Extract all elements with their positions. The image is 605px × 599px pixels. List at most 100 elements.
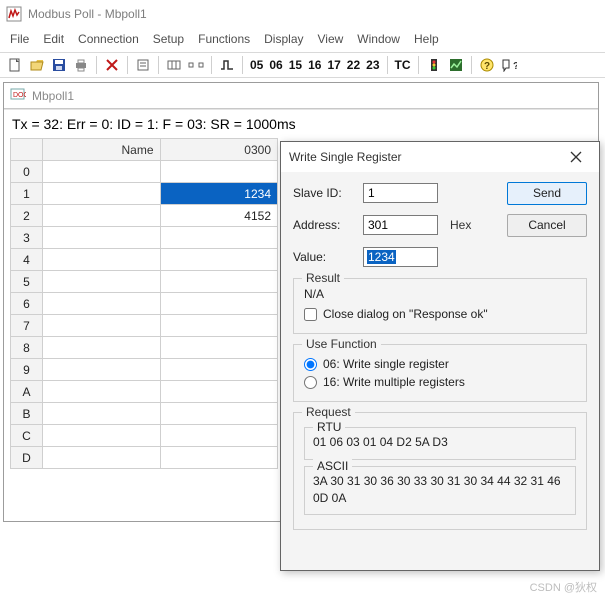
- cell-name[interactable]: [43, 403, 160, 425]
- row-header[interactable]: 6: [11, 293, 43, 315]
- cell-value[interactable]: 4152: [160, 205, 278, 227]
- row-header[interactable]: D: [11, 447, 43, 469]
- whatsthis-icon[interactable]: ?: [499, 55, 519, 75]
- row-header[interactable]: 4: [11, 249, 43, 271]
- fc-22[interactable]: 22: [344, 55, 363, 75]
- cell-value[interactable]: [160, 161, 278, 183]
- tc-button[interactable]: TC: [392, 55, 414, 75]
- cell-name[interactable]: [43, 293, 160, 315]
- cell-value[interactable]: [160, 403, 278, 425]
- table-row[interactable]: 3: [11, 227, 278, 249]
- fc-16[interactable]: 16: [305, 55, 324, 75]
- row-header[interactable]: 8: [11, 337, 43, 359]
- row-header[interactable]: 0: [11, 161, 43, 183]
- cancel-button[interactable]: Cancel: [507, 214, 587, 237]
- chart-icon[interactable]: [446, 55, 466, 75]
- table-row[interactable]: A: [11, 381, 278, 403]
- cell-value[interactable]: [160, 337, 278, 359]
- cell-value[interactable]: [160, 293, 278, 315]
- address-input[interactable]: [363, 215, 438, 235]
- help-icon[interactable]: ?: [477, 55, 497, 75]
- cell-name[interactable]: [43, 205, 160, 227]
- menu-display[interactable]: Display: [264, 32, 303, 46]
- table-row[interactable]: 1 1234: [11, 183, 278, 205]
- fc-05[interactable]: 05: [247, 55, 266, 75]
- cell-value[interactable]: [160, 271, 278, 293]
- row-header[interactable]: 2: [11, 205, 43, 227]
- new-icon[interactable]: [5, 55, 25, 75]
- open-icon[interactable]: [27, 55, 47, 75]
- cell-name[interactable]: [43, 381, 160, 403]
- fc-17[interactable]: 17: [324, 55, 343, 75]
- dialog-title-bar[interactable]: Write Single Register: [281, 142, 599, 172]
- menu-window[interactable]: Window: [357, 32, 400, 46]
- menu-view[interactable]: View: [318, 32, 344, 46]
- cell-value[interactable]: [160, 359, 278, 381]
- cell-value[interactable]: [160, 315, 278, 337]
- pulse-icon[interactable]: [217, 55, 237, 75]
- connect-icon[interactable]: [164, 55, 184, 75]
- menu-connection[interactable]: Connection: [78, 32, 139, 46]
- cell-name[interactable]: [43, 183, 160, 205]
- cell-value[interactable]: [160, 249, 278, 271]
- save-icon[interactable]: [49, 55, 69, 75]
- close-icon[interactable]: [561, 146, 591, 168]
- row-header[interactable]: 9: [11, 359, 43, 381]
- fc-15[interactable]: 15: [286, 55, 305, 75]
- data-grid[interactable]: Name 0300 01 1234 2 4152 3456789ABCD: [10, 138, 278, 469]
- print-icon[interactable]: [71, 55, 91, 75]
- disconnect-icon[interactable]: [186, 55, 206, 75]
- cell-name[interactable]: [43, 249, 160, 271]
- cell-name[interactable]: [43, 315, 160, 337]
- fc-23[interactable]: 23: [363, 55, 382, 75]
- menu-file[interactable]: File: [10, 32, 29, 46]
- menu-setup[interactable]: Setup: [153, 32, 184, 46]
- cell-name[interactable]: [43, 337, 160, 359]
- table-row[interactable]: 8: [11, 337, 278, 359]
- cell-value[interactable]: [160, 425, 278, 447]
- col-header-name[interactable]: Name: [43, 139, 160, 161]
- properties-icon[interactable]: [133, 55, 153, 75]
- table-row[interactable]: B: [11, 403, 278, 425]
- row-header[interactable]: 7: [11, 315, 43, 337]
- table-row[interactable]: C: [11, 425, 278, 447]
- delete-icon[interactable]: [102, 55, 122, 75]
- slave-id-input[interactable]: [363, 183, 438, 203]
- table-row[interactable]: 5: [11, 271, 278, 293]
- menu-help[interactable]: Help: [414, 32, 439, 46]
- menu-edit[interactable]: Edit: [43, 32, 64, 46]
- fc-06[interactable]: 06: [266, 55, 285, 75]
- table-row[interactable]: D: [11, 447, 278, 469]
- table-row[interactable]: 7: [11, 315, 278, 337]
- row-header[interactable]: 5: [11, 271, 43, 293]
- send-button[interactable]: Send: [507, 182, 587, 205]
- row-header[interactable]: 3: [11, 227, 43, 249]
- row-header[interactable]: A: [11, 381, 43, 403]
- cell-value[interactable]: [160, 447, 278, 469]
- table-row[interactable]: 0: [11, 161, 278, 183]
- radio-fc16[interactable]: [304, 376, 317, 389]
- cell-name[interactable]: [43, 161, 160, 183]
- table-row[interactable]: 9: [11, 359, 278, 381]
- cell-name[interactable]: [43, 425, 160, 447]
- cell-value[interactable]: 1234: [160, 183, 278, 205]
- cell-value[interactable]: [160, 227, 278, 249]
- cell-name[interactable]: [43, 227, 160, 249]
- table-row[interactable]: 4: [11, 249, 278, 271]
- row-header[interactable]: B: [11, 403, 43, 425]
- cell-name[interactable]: [43, 359, 160, 381]
- row-header[interactable]: C: [11, 425, 43, 447]
- traffic-icon[interactable]: [424, 55, 444, 75]
- table-row[interactable]: 6: [11, 293, 278, 315]
- menu-functions[interactable]: Functions: [198, 32, 250, 46]
- col-header-value[interactable]: 0300: [160, 139, 278, 161]
- radio-fc06[interactable]: [304, 358, 317, 371]
- row-header[interactable]: 1: [11, 183, 43, 205]
- close-on-ok-checkbox[interactable]: [304, 308, 317, 321]
- cell-name[interactable]: [43, 447, 160, 469]
- child-title-bar[interactable]: DOC Mbpoll1: [4, 83, 598, 109]
- value-input[interactable]: 1234: [363, 247, 438, 267]
- cell-value[interactable]: [160, 381, 278, 403]
- cell-name[interactable]: [43, 271, 160, 293]
- table-row[interactable]: 2 4152: [11, 205, 278, 227]
